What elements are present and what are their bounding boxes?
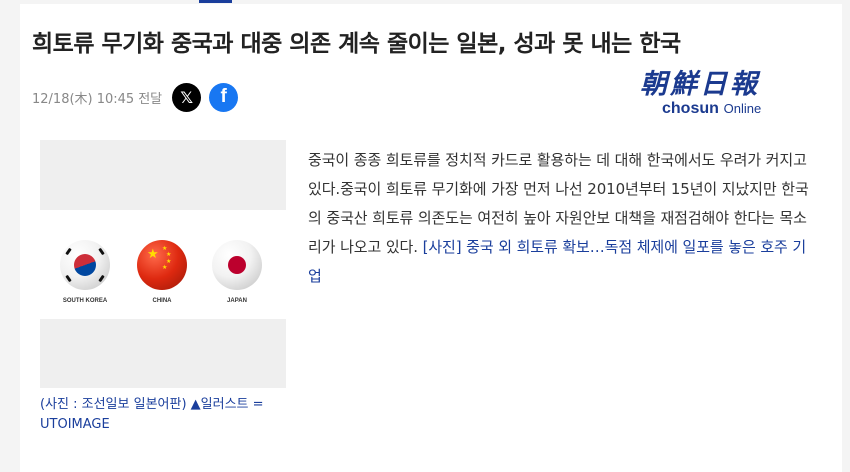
trigram-icon [98,274,105,283]
rising-sun-icon [228,256,246,274]
small-star-icon: ★ [162,264,168,271]
flag-label-china: CHINA [152,298,172,304]
logo-cjk-name: 朝鮮日報 [640,69,760,100]
flag-balls-illustration: ★ ★ ★ ★ ★ SOUTH KOREA CHINA JAPAN [40,210,286,319]
flag-label-south-korea: SOUTH KOREA [62,298,108,304]
logo-wordmark: chosun Online [640,99,800,118]
x-logo-icon: 𝕏 [180,87,194,107]
photo-caption: (사진 : 조선일보 일본어판) ▲일러스트 = UTOIMAGE [40,397,264,432]
logo-brand: chosun [662,100,719,117]
south-korea-flag-ball [60,240,110,290]
trigram-icon [65,274,72,283]
china-flag-ball: ★ ★ ★ ★ ★ [137,240,187,290]
article-card: 희토류 무기화 중국과 대중 의존 계속 줄이는 일본, 성과 못 내는 한국 … [20,4,842,472]
article-headline: 희토류 무기화 중국과 대중 의존 계속 줄이는 일본, 성과 못 내는 한국 [32,31,681,57]
article-meta: 12/18(木) 10:45 전달 𝕏 f [32,82,239,112]
facebook-share-button[interactable]: f [209,82,239,112]
article-body: 중국이 종종 희토류를 정치적 카드로 활용하는 데 대해 한국에서도 우려가 … [308,146,818,291]
article-date: 12/18(木) 10:45 [32,91,135,107]
japan-flag-ball [212,240,262,290]
facebook-logo-icon: f [220,86,227,107]
star-icon: ★ [147,247,159,262]
article-photo[interactable]: ★ ★ ★ ★ ★ SOUTH KOREA CHINA JAPAN [40,140,286,388]
taegeuk-icon [74,254,96,276]
trigram-icon [98,247,105,256]
top-accent-bar [199,0,232,3]
logo-suffix: Online [723,101,762,116]
chosun-online-logo[interactable]: 朝鮮日報 chosun Online [640,70,800,118]
flag-label-japan: JAPAN [227,298,247,304]
share-label: 전달 [138,91,163,107]
trigram-icon [65,247,72,256]
x-share-button[interactable]: 𝕏 [172,82,202,112]
